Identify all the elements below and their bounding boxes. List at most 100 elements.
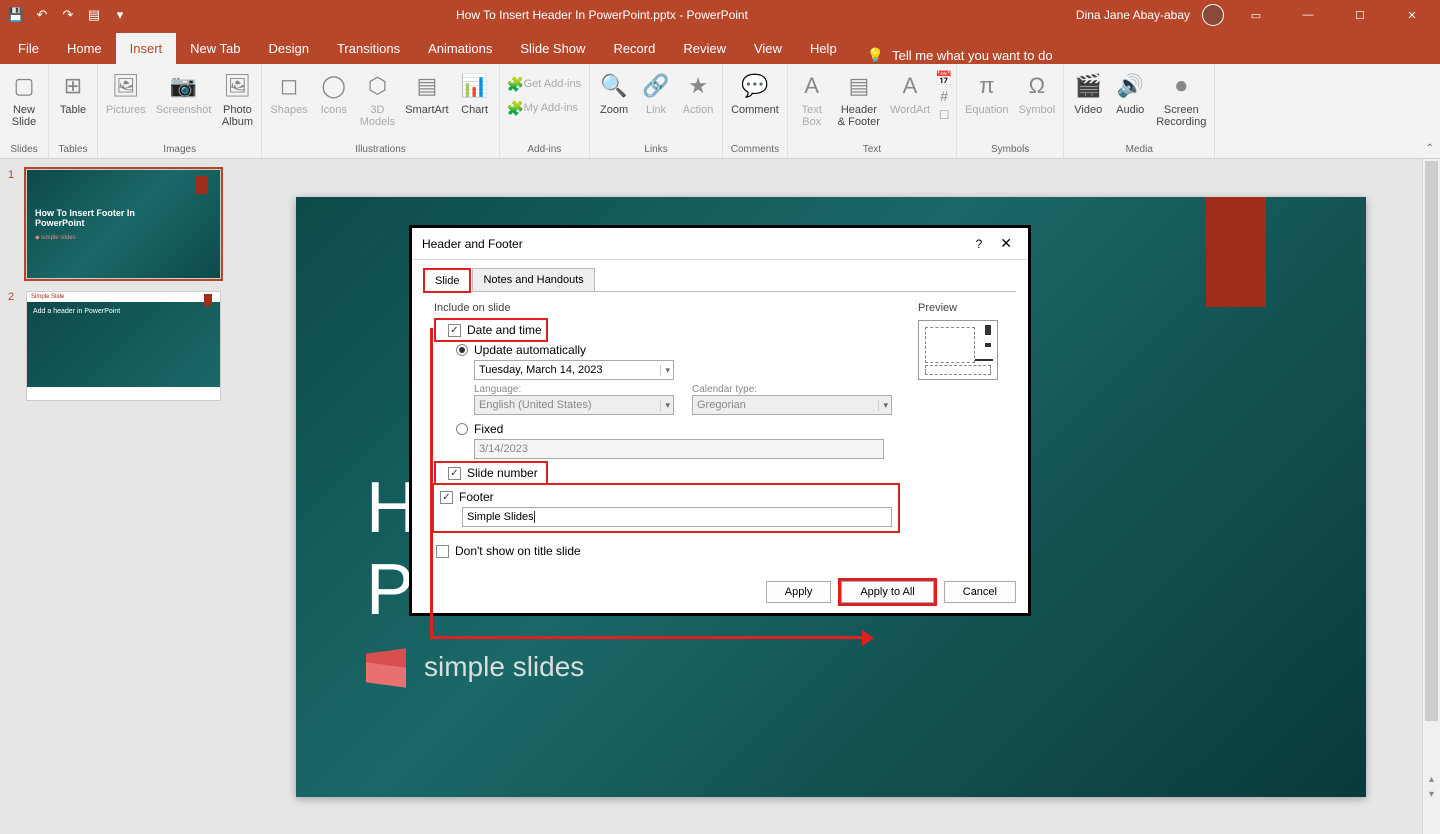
table-icon: ⊞ <box>57 70 89 102</box>
equation-button[interactable]: πEquation <box>961 66 1012 136</box>
apply-button[interactable]: Apply <box>766 581 832 603</box>
zoom-button[interactable]: 🔍Zoom <box>594 66 634 136</box>
get-addins-button[interactable]: 🧩Get Add-ins <box>504 74 585 94</box>
maximize-icon[interactable]: ☐ <box>1340 0 1380 30</box>
audio-button[interactable]: 🔊Audio <box>1110 66 1150 136</box>
tab-help[interactable]: Help <box>796 33 851 64</box>
shapes-button[interactable]: ◻Shapes <box>266 66 311 136</box>
tab-review[interactable]: Review <box>669 33 740 64</box>
fixed-date-input[interactable]: 3/14/2023 <box>474 439 884 459</box>
slide-thumbnail-2[interactable]: Simple Slide Add a header in PowerPoint <box>26 291 221 401</box>
comment-button[interactable]: 💬Comment <box>727 66 783 136</box>
slide-thumbnails-pane: 1 How To Insert Footer In PowerPoint ◆ s… <box>0 159 240 834</box>
slide-number-icon[interactable]: # <box>936 88 952 104</box>
avatar[interactable] <box>1202 4 1224 26</box>
pictures-icon: 🖼 <box>110 70 142 102</box>
audio-icon: 🔊 <box>1114 70 1146 102</box>
header-footer-button[interactable]: ▤Header & Footer <box>834 66 884 136</box>
menubar: File Home Insert New Tab Design Transiti… <box>0 30 1440 64</box>
thumb-ribbon-decoration <box>204 294 212 306</box>
shapes-icon: ◻ <box>273 70 305 102</box>
video-button[interactable]: 🎬Video <box>1068 66 1108 136</box>
table-button[interactable]: ⊞ Table <box>53 66 93 136</box>
chart-button[interactable]: 📊Chart <box>455 66 495 136</box>
prev-slide-icon[interactable]: ▴ <box>1429 774 1434 785</box>
include-on-slide-label: Include on slide <box>434 302 898 314</box>
footer-label: Footer <box>459 490 494 504</box>
dont-show-title-checkbox[interactable] <box>436 545 449 558</box>
start-slideshow-icon[interactable]: ▤ <box>86 7 102 23</box>
slide-thumbnail-1[interactable]: How To Insert Footer In PowerPoint ◆ sim… <box>26 169 221 279</box>
pictures-button[interactable]: 🖼Pictures <box>102 66 150 136</box>
update-automatically-radio[interactable] <box>456 344 468 356</box>
action-icon: ★ <box>682 70 714 102</box>
new-slide-button[interactable]: ▢ New Slide <box>4 66 44 136</box>
footer-text-input[interactable]: Simple Slides <box>462 507 892 527</box>
smartart-button[interactable]: ▤SmartArt <box>401 66 452 136</box>
tab-design[interactable]: Design <box>255 33 323 64</box>
tab-newtab[interactable]: New Tab <box>176 33 254 64</box>
text-box-button[interactable]: AText Box <box>792 66 832 136</box>
symbol-icon: Ω <box>1021 70 1053 102</box>
redo-icon[interactable]: ↷ <box>60 7 76 23</box>
screen-recording-button[interactable]: ⏺Screen Recording <box>1152 66 1210 136</box>
undo-icon[interactable]: ↶ <box>34 7 50 23</box>
zoom-icon: 🔍 <box>598 70 630 102</box>
tab-transitions[interactable]: Transitions <box>323 33 414 64</box>
symbol-button[interactable]: ΩSymbol <box>1015 66 1060 136</box>
screen-recording-icon: ⏺ <box>1165 70 1197 102</box>
dialog-tab-slide[interactable]: Slide <box>424 269 470 292</box>
group-text-label: Text <box>792 144 952 158</box>
tell-me-input[interactable]: Tell me what you want to do <box>892 48 1052 63</box>
tab-animations[interactable]: Animations <box>414 33 506 64</box>
footer-checkbox[interactable]: ✓ <box>440 491 453 504</box>
wordart-button[interactable]: AWordArt <box>886 66 934 136</box>
save-icon[interactable]: 💾 <box>8 7 24 23</box>
dialog-title: Header and Footer <box>422 237 964 251</box>
dialog-help-icon[interactable]: ? <box>964 237 995 251</box>
tab-home[interactable]: Home <box>53 33 116 64</box>
date-format-select[interactable]: Tuesday, March 14, 2023 <box>474 360 674 380</box>
tab-file[interactable]: File <box>4 33 53 64</box>
link-icon: 🔗 <box>640 70 672 102</box>
next-slide-icon[interactable]: ▾ <box>1429 789 1434 800</box>
tab-view[interactable]: View <box>740 33 796 64</box>
calendar-select[interactable]: Gregorian <box>692 395 892 415</box>
my-addins-button[interactable]: 🧩My Add-ins <box>504 98 582 118</box>
action-button[interactable]: ★Action <box>678 66 718 136</box>
cancel-button[interactable]: Cancel <box>944 581 1016 603</box>
3d-models-button[interactable]: ⬡3D Models <box>356 66 399 136</box>
date-time-icon[interactable]: 📅 <box>936 70 952 86</box>
tab-insert[interactable]: Insert <box>116 33 177 64</box>
dialog-tab-notes[interactable]: Notes and Handouts <box>472 268 594 291</box>
preview-box <box>918 320 998 380</box>
apply-to-all-button[interactable]: Apply to All <box>841 581 933 603</box>
language-select[interactable]: English (United States) <box>474 395 674 415</box>
tab-slideshow[interactable]: Slide Show <box>506 33 599 64</box>
vertical-scrollbar[interactable]: ▴ ▾ <box>1422 159 1440 834</box>
update-automatically-label: Update automatically <box>474 343 586 357</box>
screenshot-button[interactable]: 📷Screenshot <box>152 66 216 136</box>
chart-icon: 📊 <box>459 70 491 102</box>
group-links-label: Links <box>594 144 718 158</box>
link-button[interactable]: 🔗Link <box>636 66 676 136</box>
object-icon[interactable]: □ <box>936 106 952 122</box>
fixed-radio[interactable] <box>456 423 468 435</box>
collapse-ribbon-icon[interactable]: ⌃ <box>1426 143 1434 154</box>
scrollbar-thumb[interactable] <box>1425 161 1438 721</box>
qat-more-icon[interactable]: ▾ <box>112 7 128 23</box>
bulb-icon: 💡 <box>867 47 884 64</box>
my-addins-icon: 🧩 <box>508 100 524 116</box>
close-icon[interactable]: ✕ <box>1392 0 1432 30</box>
slide-number-checkbox[interactable]: ✓ <box>448 467 461 480</box>
date-time-checkbox[interactable]: ✓ <box>448 324 461 337</box>
smartart-icon: ▤ <box>411 70 443 102</box>
slide-logo: simple slides <box>366 647 584 687</box>
photo-album-button[interactable]: 🖼Photo Album <box>217 66 257 136</box>
dialog-close-icon[interactable]: ✕ <box>994 235 1018 252</box>
ribbon-options-icon[interactable]: ▭ <box>1236 0 1276 30</box>
tab-record[interactable]: Record <box>599 33 669 64</box>
logo-icon <box>366 647 414 687</box>
minimize-icon[interactable]: — <box>1288 0 1328 30</box>
icons-button[interactable]: ◯Icons <box>314 66 354 136</box>
